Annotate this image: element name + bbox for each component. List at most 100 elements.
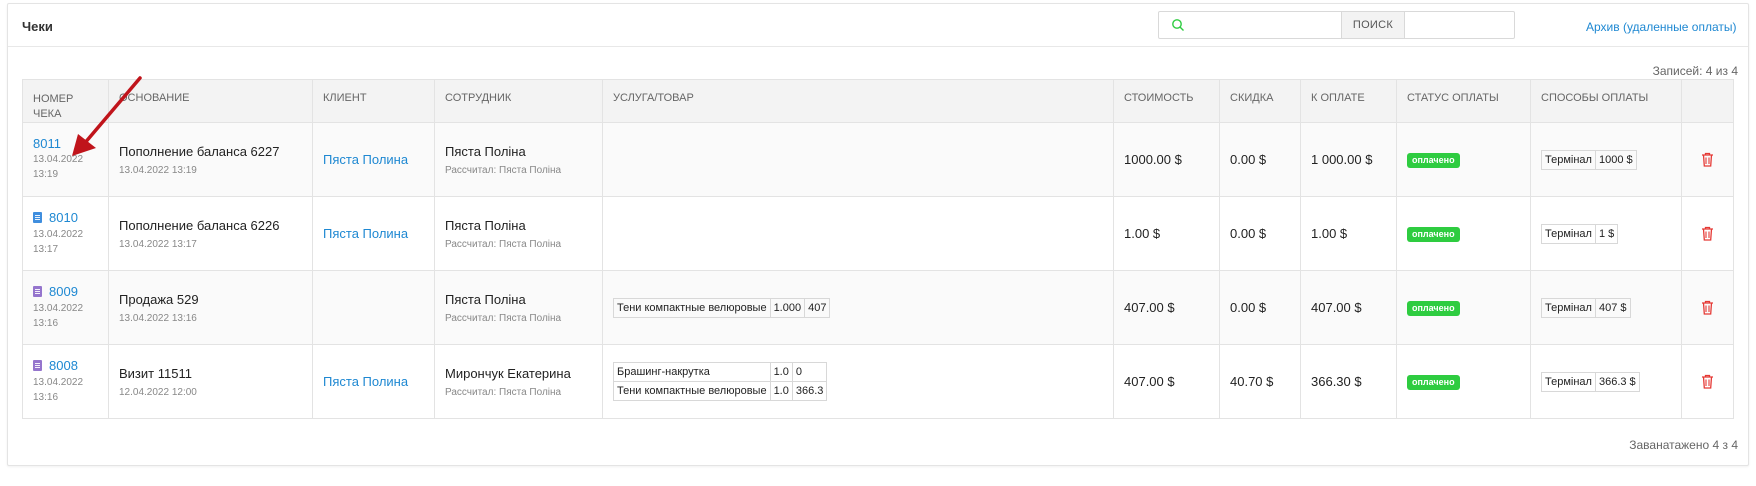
check-number-cell: 8009 13.04.2022 13:16 [22,270,109,345]
column-header-service[interactable]: УСЛУГА/ТОВАР [602,79,1114,123]
checks-panel: Чеки ПОИСК Архив (удаленные оплаты) Запи… [7,3,1749,466]
column-header-actions [1681,79,1734,123]
cost-cell: 1000.00 $ [1113,122,1220,197]
check-number: 8011 [33,136,61,151]
service-cell: Тени компактные велюровые 1.000 407 [602,270,1114,345]
check-number-cell: 8010 13.04.2022 13:17 [22,196,109,271]
status-cell: оплачено [1396,344,1531,419]
employee-name: Пяста Поліна [445,291,526,307]
basis-cell: Продажа 529 13.04.2022 13:16 [108,270,313,345]
payment-method-table: Термінал 407 $ [1541,297,1631,318]
basis-date: 12.04.2022 12:00 [119,386,197,398]
discount-cell: 0.00 $ [1219,270,1301,345]
employee-cell: Мирончук Екатерина Рассчитал: Пяста Полі… [434,344,603,419]
records-footer: Заванатажено 4 з 4 [1629,438,1738,452]
document-icon [33,285,42,297]
actions-cell [1681,196,1734,271]
column-header-status[interactable]: СТАТУС ОПЛАТЫ [1396,79,1531,123]
service-item-name: Тени компактные велюровые [613,297,771,318]
discount-cell: 0.00 $ [1219,196,1301,271]
basis-date: 13.04.2022 13:19 [119,164,197,176]
actions-cell [1681,344,1734,419]
search-button[interactable]: ПОИСК [1341,11,1405,39]
service-item-qty: 1.0 [769,381,793,401]
to-pay-cell: 1 000.00 $ [1300,122,1397,197]
to-pay-cell: 366.30 $ [1300,344,1397,419]
client-cell: Пяста Полина [312,344,435,419]
search-icon [1172,19,1184,31]
status-badge: оплачено [1407,374,1460,390]
table-row[interactable]: 8009 13.04.2022 13:16 Продажа 529 13.04.… [22,270,1734,345]
actions-cell [1681,270,1734,345]
table-row[interactable]: 8008 13.04.2022 13:16 Визит 11511 12.04.… [22,344,1734,419]
discount-cell: 40.70 $ [1219,344,1301,419]
service-cell [602,196,1114,271]
column-header-employee[interactable]: СОТРУДНИК [434,79,603,123]
payment-method: Термінал [1541,149,1596,170]
service-item-price: 366.3 [791,381,828,401]
archive-link[interactable]: Архив (удаленные оплаты) [1586,20,1737,34]
status-cell: оплачено [1396,270,1531,345]
service-item: Брашинг-накрутка 1.0 0 [613,362,828,382]
client-link[interactable]: Пяста Полина [323,226,408,241]
basis-text: Визит 11511 [119,365,192,381]
status-cell: оплачено [1396,122,1531,197]
client-cell: Пяста Полина [312,196,435,271]
column-header-to-pay[interactable]: К ОПЛАТЕ [1300,79,1397,123]
page-title: Чеки [22,19,53,34]
trash-icon[interactable] [1701,374,1714,389]
column-header-discount[interactable]: СКИДКА [1219,79,1301,123]
trash-icon[interactable] [1701,300,1714,315]
check-number: 8008 [49,357,78,373]
client-link[interactable]: Пяста Полина [323,374,408,389]
status-cell: оплачено [1396,196,1531,271]
payment-method: Термінал [1541,223,1596,244]
check-number-link[interactable]: 8010 [33,210,78,225]
check-number-link[interactable]: 8009 [33,284,78,299]
table-row[interactable]: 8011 13.04.2022 13:19 Пополнение баланса… [22,122,1734,197]
basis-date: 13.04.2022 13:16 [119,312,197,324]
payment-method-table: Термінал 1 $ [1541,223,1619,244]
checks-table: НОМЕР ЧЕКА ОСНОВАНИЕ КЛИЕНТ СОТРУДНИК УС… [22,79,1734,419]
document-icon [33,211,42,223]
service-item: Тени компактные велюровые 1.000 407 [613,297,831,318]
table-row[interactable]: 8010 13.04.2022 13:17 Пополнение баланса… [22,196,1734,271]
employee-name: Пяста Поліна [445,217,526,233]
check-number-link[interactable]: 8008 [33,358,78,373]
cost-cell: 407.00 $ [1113,344,1220,419]
search-box[interactable] [1158,11,1515,39]
discount-cell: 0.00 $ [1219,122,1301,197]
service-item-name: Брашинг-накрутка [613,362,771,382]
employee-cell: Пяста Поліна Рассчитал: Пяста Поліна [434,270,603,345]
methods-cell: Термінал 1000 $ [1530,122,1682,197]
service-cell: Брашинг-накрутка 1.0 0 Тени компактные в… [602,344,1114,419]
cost-cell: 1.00 $ [1113,196,1220,271]
payment-amount: 407 $ [1594,297,1631,318]
methods-cell: Термінал 407 $ [1530,270,1682,345]
trash-icon[interactable] [1701,152,1714,167]
column-header-cost[interactable]: СТОИМОСТЬ [1113,79,1220,123]
cost-cell: 407.00 $ [1113,270,1220,345]
service-item-price: 0 [791,362,828,382]
methods-cell: Термінал 1 $ [1530,196,1682,271]
calculated-by: Рассчитал: Пяста Поліна [445,164,562,176]
basis-text: Продажа 529 [119,291,199,307]
service-cell [602,122,1114,197]
check-time: 13:19 [33,169,59,180]
document-icon [33,359,42,371]
service-item-price: 407 [804,297,831,318]
service-item: Тени компактные велюровые 1.0 366.3 [613,381,828,401]
column-header-client[interactable]: КЛИЕНТ [312,79,435,123]
payment-method: Термінал [1541,371,1596,392]
check-number: 8009 [49,283,78,299]
basis-text: Пополнение баланса 6226 [119,217,280,233]
client-link[interactable]: Пяста Полина [323,152,408,167]
basis-cell: Пополнение баланса 6226 13.04.2022 13:17 [108,196,313,271]
service-items-table: Тени компактные велюровые 1.000 407 [613,297,831,318]
trash-icon[interactable] [1701,226,1714,241]
check-time: 13:16 [33,391,59,403]
payment-amount: 1000 $ [1594,149,1637,170]
check-number-link[interactable]: 8011 [33,136,61,151]
client-cell [312,270,435,345]
column-header-methods[interactable]: СПОСОБЫ ОПЛАТЫ [1530,79,1682,123]
